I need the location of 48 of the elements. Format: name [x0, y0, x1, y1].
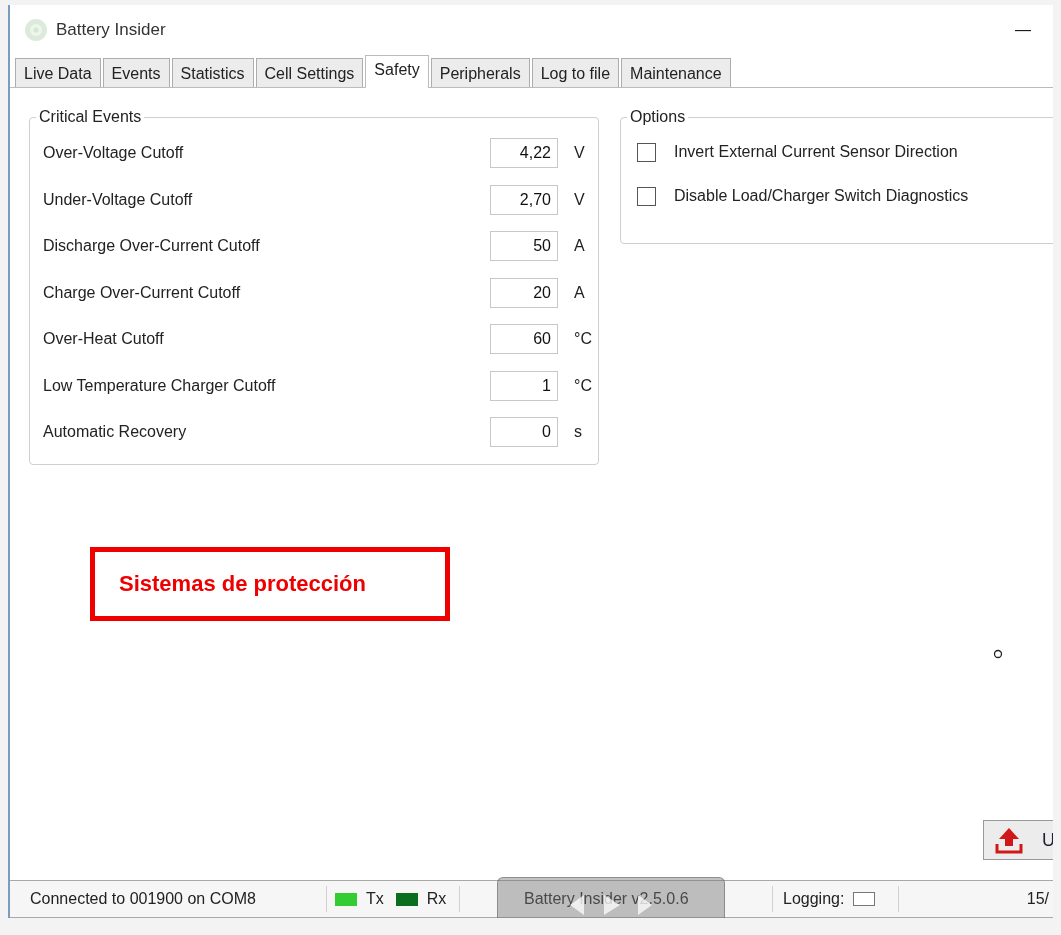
- tab[interactable]: Live Data: [15, 58, 101, 87]
- window-title: Battery Insider: [56, 20, 166, 40]
- tab[interactable]: Safety: [365, 55, 429, 88]
- tab[interactable]: Log to file: [531, 58, 620, 87]
- unit-label: V: [573, 190, 586, 209]
- logging-label: Logging:: [783, 890, 845, 908]
- number-field[interactable]: 20: [490, 277, 558, 308]
- setting-label: Under-Voltage Cutoff: [43, 190, 194, 209]
- connection-status: Connected to 001900 on COM8: [10, 886, 327, 912]
- date-label: 15/: [1025, 890, 1050, 908]
- logging-checkbox[interactable]: [853, 892, 876, 906]
- number-field[interactable]: 0: [490, 417, 558, 448]
- unit-label: A: [573, 237, 586, 256]
- indicator-label: Rx: [426, 890, 447, 908]
- setting-label: Automatic Recovery: [43, 423, 188, 442]
- tab[interactable]: Cell Settings: [255, 58, 364, 87]
- indicator-label: Tx: [366, 890, 384, 908]
- tab[interactable]: Events: [102, 58, 170, 87]
- setting-label: Over-Voltage Cutoff: [43, 144, 185, 163]
- setting-label: Charge Over-Current Cutoff: [43, 283, 242, 302]
- upload-button[interactable]: U: [983, 820, 1053, 860]
- tab[interactable]: Statistics: [171, 58, 254, 87]
- number-field[interactable]: 60: [490, 324, 558, 355]
- annotation-label: Sistemas de protección: [90, 546, 450, 621]
- setting-label: Over-Heat Cutoff: [43, 330, 165, 349]
- checkbox-label: Disable Load/Charger Switch Diagnostics: [674, 187, 969, 205]
- setting-label: Discharge Over-Current Cutoff: [43, 237, 261, 256]
- tab[interactable]: Peripherals: [430, 58, 530, 87]
- number-field[interactable]: 50: [490, 231, 558, 262]
- unit-label: °C: [573, 376, 593, 395]
- checkbox-label: Invert External Current Sensor Direction: [674, 143, 958, 161]
- tab[interactable]: Maintenance: [621, 58, 731, 87]
- app-logo-icon: [24, 18, 48, 42]
- upload-icon: [994, 826, 1024, 854]
- setting-label: Low Temperature Charger Cutoff: [43, 376, 277, 395]
- minimize-button[interactable]: —: [1007, 21, 1039, 39]
- number-field[interactable]: 4,22: [490, 138, 558, 169]
- group-title: Critical Events: [38, 108, 143, 126]
- unit-label: V: [573, 144, 586, 163]
- circle-icon: [993, 649, 1003, 659]
- checkbox[interactable]: [637, 186, 656, 206]
- group-title: Options: [629, 108, 687, 126]
- number-field[interactable]: 1: [490, 370, 558, 401]
- unit-label: s: [573, 423, 583, 442]
- number-field[interactable]: 2,70: [490, 184, 558, 215]
- checkbox[interactable]: [637, 142, 656, 162]
- unit-label: °C: [573, 330, 593, 349]
- unit-label: A: [573, 283, 586, 302]
